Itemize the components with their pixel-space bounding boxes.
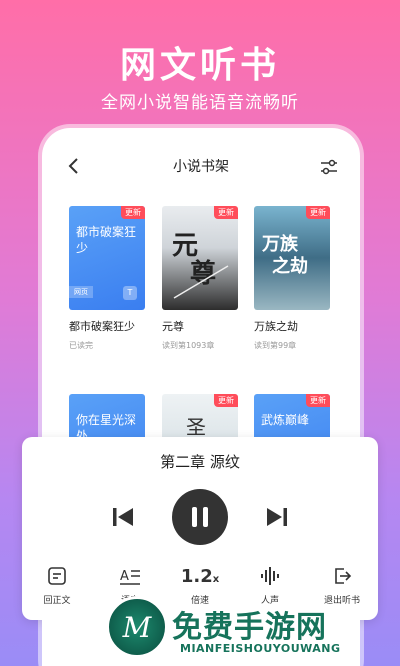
exit-icon (335, 568, 352, 584)
cover-art: 元 尊 (172, 231, 229, 299)
logo-letter: M (122, 611, 152, 644)
document-icon (48, 567, 66, 585)
speed-value: 1.2x (180, 565, 220, 587)
hero-subtitle: 全网小说智能语音流畅听 (101, 93, 299, 113)
book-cover: 更新 都市破案狂少 网页 T (69, 206, 145, 310)
svg-text:A: A (120, 569, 129, 584)
exit-listening-button[interactable]: 退出听书 (312, 565, 372, 606)
sound-wave-icon (261, 567, 279, 585)
top-bar: 小说书架 (42, 152, 360, 182)
book-cover: 元 尊 更新 (162, 206, 238, 310)
svg-text:尊: 尊 (190, 258, 216, 289)
chapter-title: 第二章 源纹 (160, 453, 240, 471)
book-progress: 读到第99章 (254, 341, 297, 350)
svg-text:圣: 圣 (186, 415, 206, 439)
book-title: 元尊 (162, 320, 184, 333)
book-progress: 已读完 (69, 341, 93, 350)
previous-chapter-button[interactable] (112, 505, 134, 529)
book-title: 都市破案狂少 (69, 320, 135, 333)
svg-text:万族: 万族 (261, 233, 299, 255)
pause-button[interactable] (172, 489, 228, 545)
book-item-2[interactable]: 元 尊 更新 元尊 读到第1093章 (162, 206, 238, 351)
control-label: 回正文 (43, 596, 71, 606)
watermark-brand: 免费手游网 (172, 610, 327, 645)
hero-title: 网文听书 (119, 45, 280, 86)
speed-button[interactable]: 1.2x 倍速 (170, 565, 230, 607)
web-tag: 网页 (69, 286, 93, 298)
audio-player-panel: 第二章 源纹 回正文 A 1.2x 倍速 人声 退出听书 (22, 437, 378, 620)
update-badge: 更新 (306, 206, 330, 219)
book-title: 万族之劫 (254, 320, 298, 333)
cover-art: 万族 之劫 (261, 233, 308, 277)
settings-sliders-icon[interactable] (320, 158, 338, 176)
pause-icon (192, 507, 208, 527)
cover-text: 武炼巅峰 (261, 413, 310, 427)
watermark-logo: M (106, 596, 168, 658)
human-voice-button[interactable]: 人声 (240, 565, 300, 606)
text-format-icon: A (120, 569, 140, 585)
svg-text:元: 元 (172, 231, 198, 261)
page-title: 小说书架 (173, 159, 229, 175)
t-tag: T (123, 286, 137, 300)
back-to-text-button[interactable]: 回正文 (27, 565, 87, 606)
update-badge: 更新 (121, 206, 145, 219)
update-badge: 更新 (214, 206, 238, 219)
book-item-1[interactable]: 更新 都市破案狂少 网页 T 都市破案狂少 已读完 (69, 206, 145, 351)
book-item-3[interactable]: 万族 之劫 更新 万族之劫 读到第99章 (254, 206, 330, 351)
watermark-url: MIANFEISHOUYOUWANG (180, 642, 341, 655)
next-chapter-button[interactable] (266, 505, 288, 529)
update-badge: 更新 (306, 394, 330, 407)
svg-text:之劫: 之劫 (272, 255, 308, 277)
book-cover: 万族 之劫 更新 (254, 206, 330, 310)
cover-text: 都市破案狂少 (76, 225, 137, 255)
update-badge: 更新 (214, 394, 238, 407)
book-progress: 读到第1093章 (162, 341, 215, 350)
